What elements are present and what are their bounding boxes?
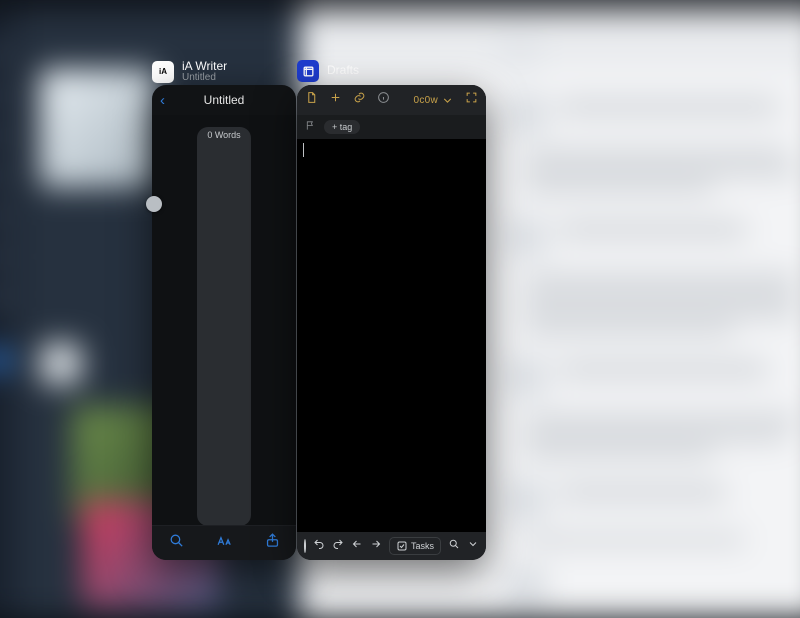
redo-button[interactable] [332, 537, 344, 555]
undo-button[interactable] [313, 537, 325, 555]
arrow-right-icon [370, 538, 382, 550]
undo-icon [313, 538, 325, 550]
word-count-badge: 0 Words [197, 127, 250, 526]
char-word-counter[interactable]: 0c0w [413, 94, 454, 107]
info-icon [377, 91, 390, 104]
app-chip-subtitle: Untitled [182, 73, 227, 83]
search-icon [448, 538, 460, 550]
plus-icon [329, 91, 342, 104]
expand-icon [465, 91, 478, 104]
chevron-down-icon [441, 94, 454, 107]
drafts-editor-area[interactable] [297, 139, 486, 532]
ia-writer-app-icon: iA [152, 61, 174, 83]
back-button[interactable]: ‹ [160, 92, 165, 109]
focus-mode-button[interactable] [465, 91, 478, 109]
drafts-app-icon [297, 60, 319, 82]
document-icon [305, 91, 318, 104]
text-cursor [303, 143, 304, 157]
record-button[interactable] [304, 539, 306, 553]
text-size-icon [216, 532, 233, 549]
ia-editor-area[interactable]: 0 Words [152, 115, 296, 526]
share-icon [264, 532, 281, 549]
search-button[interactable] [168, 532, 185, 554]
link-icon [353, 91, 366, 104]
chevron-down-icon [467, 538, 479, 550]
ia-titlebar: ‹ Untitled [152, 85, 296, 115]
hide-keyboard-button[interactable] [467, 537, 479, 555]
add-tag-button[interactable]: + tag [324, 120, 360, 134]
app-chip-ia-writer[interactable]: iA iA Writer Untitled [152, 60, 227, 83]
cursor-right-button[interactable] [370, 537, 382, 555]
text-format-button[interactable] [216, 532, 233, 554]
drafts-toolbar: 0c0w [297, 85, 486, 115]
drafts-window: 0c0w + tag Tasks [297, 85, 486, 560]
split-handle[interactable] [146, 196, 162, 212]
new-draft-button[interactable] [305, 91, 318, 109]
search-icon [168, 532, 185, 549]
ia-toolbar [152, 525, 296, 560]
flag-button[interactable] [305, 118, 316, 136]
app-chip-drafts[interactable]: Drafts [297, 60, 359, 82]
arrow-left-icon [351, 538, 363, 550]
check-square-icon [396, 540, 408, 552]
add-button[interactable] [329, 91, 342, 109]
find-button[interactable] [448, 537, 460, 555]
share-button[interactable] [264, 532, 281, 554]
ia-writer-window: ‹ Untitled 0 Words [152, 85, 296, 560]
drafts-bottom-toolbar: Tasks [297, 532, 486, 560]
tasks-button[interactable]: Tasks [389, 537, 441, 555]
info-button[interactable] [377, 91, 390, 109]
drafts-tag-bar: + tag [297, 115, 486, 139]
redo-icon [332, 538, 344, 550]
document-title: Untitled [204, 93, 245, 107]
link-button[interactable] [353, 91, 366, 109]
cursor-left-button[interactable] [351, 537, 363, 555]
app-chip-title: Drafts [327, 64, 359, 77]
flag-icon [305, 120, 316, 131]
